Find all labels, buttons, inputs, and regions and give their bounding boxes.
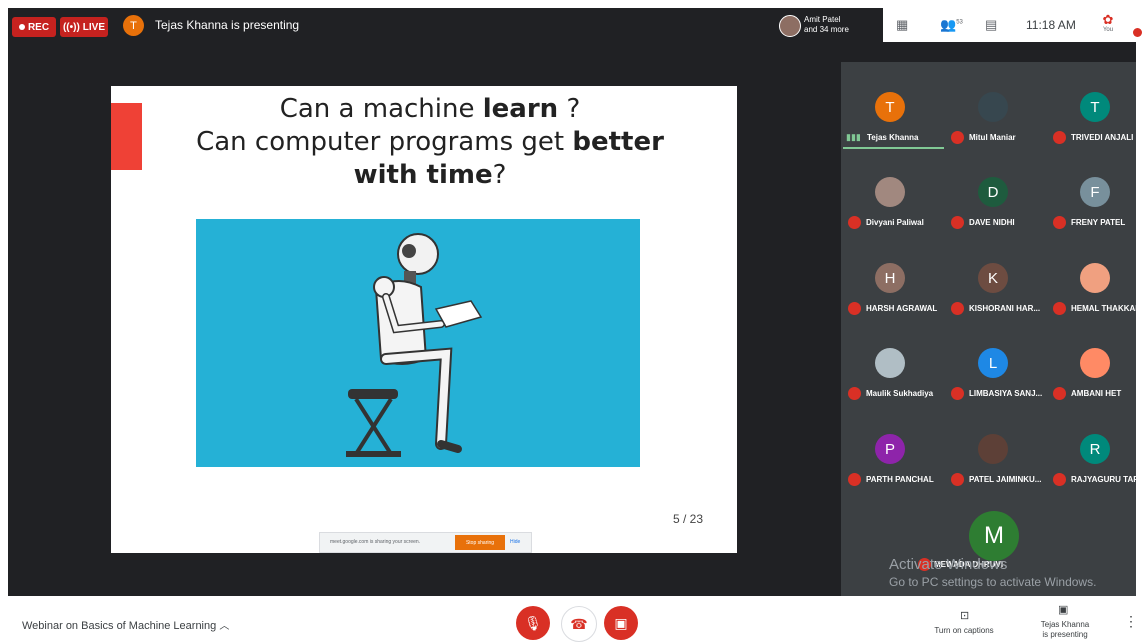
participant-avatar[interactable]: R — [1080, 434, 1110, 464]
clock: 11:18 AM — [1026, 18, 1076, 32]
notification-badge — [1133, 28, 1142, 37]
live-badge: ((•)) LIVE — [60, 17, 108, 37]
presenter-avatar: T — [123, 15, 144, 36]
captions-button[interactable]: Turn on captions — [922, 626, 1006, 636]
camera-off-icon: ▣ — [614, 614, 628, 631]
windows-activation-hint: Go to PC settings to activate Windows. — [889, 575, 1097, 589]
mic-off-icon — [951, 302, 964, 315]
people-icon[interactable]: 👥53 — [940, 17, 963, 33]
participant-avatar[interactable]: T — [875, 92, 905, 122]
participant-name: DAVE NIDHI — [969, 218, 1015, 227]
self-avatar[interactable]: ✿ You — [1093, 13, 1123, 38]
robot-icon — [346, 233, 483, 457]
mic-off-icon — [951, 216, 964, 229]
mic-off-icon — [848, 387, 861, 400]
self-avatar-icon: ✿ — [1102, 12, 1114, 27]
participant-name: TRIVEDI ANJALI — [1071, 133, 1134, 142]
robot-reading-illustration — [196, 219, 640, 467]
chat-icon[interactable]: ▤ — [985, 17, 997, 33]
mic-off-icon — [848, 302, 861, 315]
participant-name: Divyani Paliwal — [866, 218, 924, 227]
slide-page-number: 5 / 23 — [673, 512, 704, 526]
leave-call-button[interactable]: ☎ — [561, 606, 597, 642]
meeting-title[interactable]: Webinar on Basics of Machine Learning ︿ — [22, 617, 229, 632]
mic-off-icon — [951, 473, 964, 486]
participant-avatar[interactable]: L — [978, 348, 1008, 378]
participants-preview-avatar[interactable] — [779, 15, 801, 37]
mic-off-icon — [1053, 387, 1066, 400]
participant-avatar[interactable] — [978, 434, 1008, 464]
participant-name: Maulik Sukhadiya — [866, 389, 934, 398]
record-dot-icon — [18, 24, 25, 30]
participant-avatar[interactable]: K — [978, 263, 1008, 293]
stop-sharing-button[interactable]: Stop sharing — [455, 535, 505, 550]
participant-name: RAJYAGURU TARZ... — [1071, 475, 1144, 484]
participants-preview[interactable]: Amit Patel and 34 more — [804, 15, 849, 35]
participant-avatar[interactable] — [875, 177, 905, 207]
mic-off-icon: 🎙 — [524, 614, 542, 631]
participant-avatar[interactable] — [978, 92, 1008, 122]
participant-name: PATEL JAIMINKU... — [969, 475, 1042, 484]
mic-off-icon — [1053, 473, 1066, 486]
chevron-up-icon: ︿ — [219, 621, 230, 632]
presenting-status-button[interactable]: Tejas Khanna is presenting — [1030, 620, 1100, 640]
participant-avatar[interactable] — [875, 348, 905, 378]
speaking-indicator-icon: ▮▮▮ — [846, 132, 861, 142]
participant-name: HEMAL THAKKAR — [1071, 304, 1142, 313]
recording-badge: REC — [12, 17, 56, 37]
broadcast-icon: ((•)) — [62, 21, 80, 33]
grid-layout-icon[interactable]: ▦ — [896, 17, 908, 33]
screen-share-banner: meet.google.com is sharing your screen. … — [319, 532, 532, 553]
present-screen-icon[interactable]: ▣ — [1058, 603, 1068, 616]
mic-off-icon — [1053, 216, 1066, 229]
mic-off-icon — [848, 473, 861, 486]
participant-name: HARSH AGRAWAL — [866, 304, 938, 313]
mic-off-icon — [1053, 131, 1066, 144]
participant-name: FRENY PATEL — [1071, 218, 1126, 227]
participant-avatar[interactable]: M — [969, 511, 1019, 561]
participant-avatar[interactable]: H — [875, 263, 905, 293]
slide-title: Can a machine learn ? Can computer progr… — [196, 94, 664, 190]
hide-banner-button[interactable]: Hide — [510, 539, 520, 545]
participant-name: Mitul Maniar — [969, 133, 1016, 142]
participant-avatar[interactable]: T — [1080, 92, 1110, 122]
participant-name: Tejas Khanna — [867, 133, 919, 142]
presenting-status: Tejas Khanna is presenting — [155, 18, 300, 32]
mic-off-icon — [848, 216, 861, 229]
mic-off-icon — [951, 131, 964, 144]
participant-name: KISHORANI HAR... — [969, 304, 1041, 313]
participant-name: AMBANI HET — [1071, 389, 1122, 398]
active-speaker-underline — [843, 147, 944, 149]
mic-off-icon — [951, 387, 964, 400]
mic-off-icon — [1053, 302, 1066, 315]
camera-toggle-button[interactable]: ▣ — [604, 606, 638, 640]
windows-activation-watermark: Activate Windows — [889, 556, 1008, 573]
participant-avatar[interactable]: P — [875, 434, 905, 464]
participant-avatar[interactable]: D — [978, 177, 1008, 207]
captions-icon[interactable]: ⊡ — [960, 609, 969, 622]
phone-hangup-icon: ☎ — [570, 615, 588, 632]
slide-accent-bar — [111, 103, 142, 170]
participant-name: PARTH PANCHAL — [866, 475, 934, 484]
participant-avatar[interactable] — [1080, 263, 1110, 293]
more-options-icon[interactable]: ⋮ — [1124, 613, 1138, 630]
participant-name: LIMBASIYA SANJ... — [969, 389, 1043, 398]
participant-avatar[interactable] — [1080, 348, 1110, 378]
mic-toggle-button[interactable]: 🎙 — [516, 606, 550, 640]
participant-avatar[interactable]: F — [1080, 177, 1110, 207]
